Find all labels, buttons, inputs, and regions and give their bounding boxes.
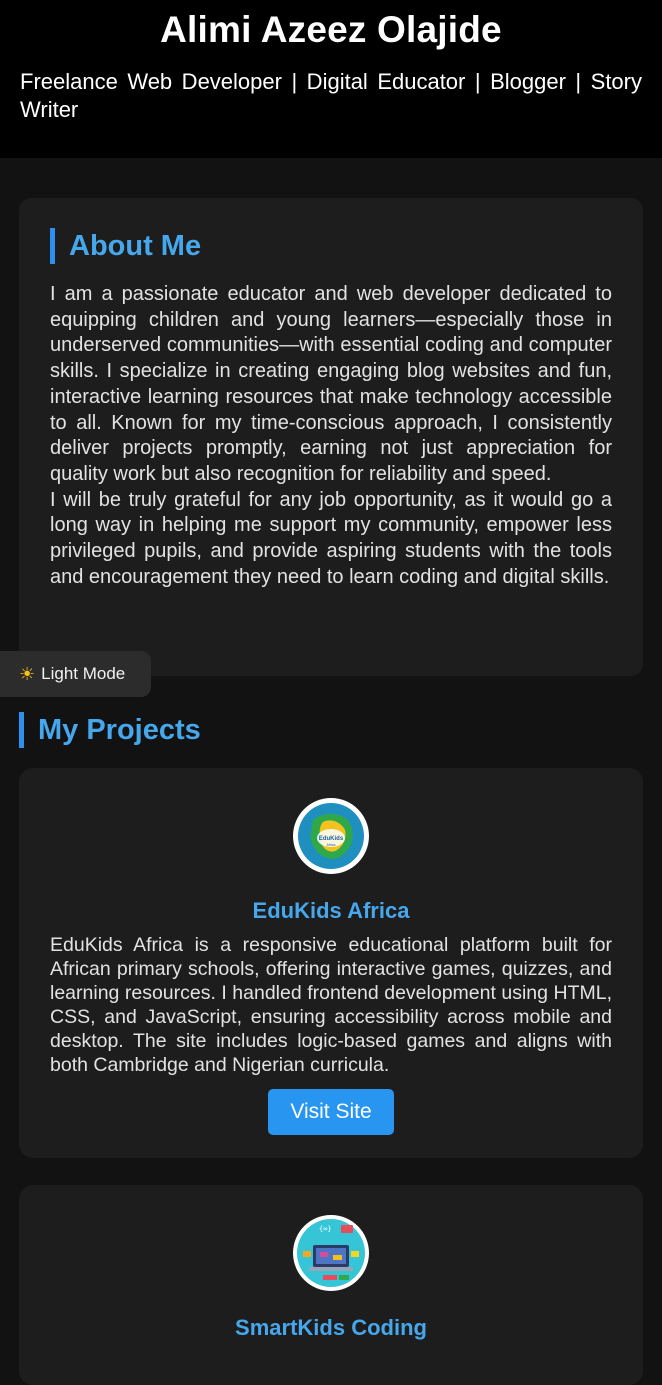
about-section: About Me I am a passionate educator and … — [19, 198, 643, 676]
page-title: Alimi Azeez Olajide — [160, 9, 502, 50]
project-title: EduKids Africa — [252, 898, 410, 923]
svg-text:Africa: Africa — [327, 843, 336, 847]
sun-icon: ☀ — [19, 663, 36, 684]
tagline: Freelance Web Developer | Digital Educat… — [20, 69, 642, 122]
about-paragraph-1: I am a passionate educator and web devel… — [50, 283, 612, 485]
svg-text:{∞}: {∞} — [319, 1225, 332, 1233]
visit-site-button[interactable]: Visit Site — [268, 1089, 394, 1135]
site-header: Alimi Azeez Olajide Freelance Web Develo… — [0, 0, 662, 158]
svg-text:EduKids: EduKids — [319, 836, 344, 842]
theme-toggle-button[interactable]: ☀ Light Mode — [0, 651, 151, 697]
edukids-logo: EduKids Africa — [293, 798, 369, 874]
project-title: SmartKids Coding — [235, 1315, 427, 1340]
project-card: EduKids Africa EduKids Africa EduKids Af… — [19, 768, 643, 1158]
about-heading: About Me — [50, 228, 612, 264]
about-paragraph-2: I will be truly grateful for any job opp… — [50, 488, 612, 588]
projects-heading: My Projects — [19, 712, 201, 748]
smartkids-logo: {∞} — [293, 1215, 369, 1291]
theme-toggle-label: Light Mode — [41, 664, 126, 683]
project-card: {∞} SmartKids Coding — [19, 1185, 643, 1385]
project-description: EduKids Africa is a responsive education… — [50, 934, 612, 1076]
